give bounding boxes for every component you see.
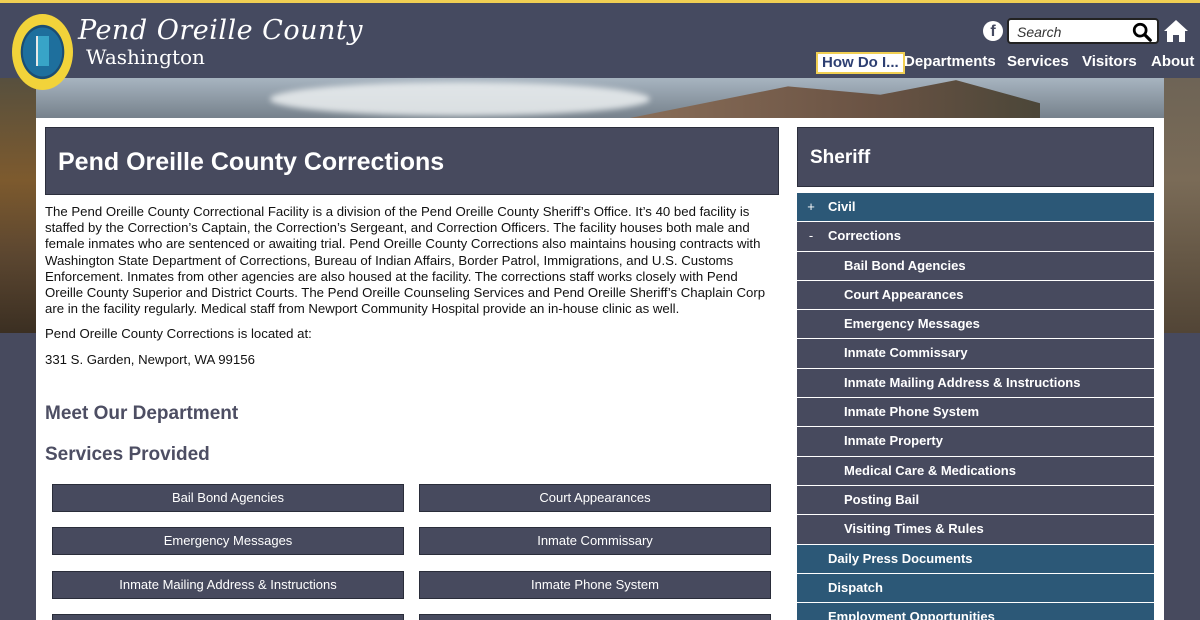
hero-rocks bbox=[1164, 78, 1200, 333]
location-label: Pend Oreille County Corrections is locat… bbox=[45, 326, 312, 342]
service-button-inmate-mailing[interactable]: Inmate Mailing Address & Instructions bbox=[52, 571, 404, 599]
sidebar-item-visiting-times[interactable]: Visiting Times & Rules bbox=[797, 515, 1154, 545]
county-seal-logo[interactable] bbox=[12, 14, 73, 90]
hero-cloud bbox=[270, 82, 650, 116]
body-text: The Pend Oreille County Correctional Fac… bbox=[45, 204, 779, 368]
sidebar-item-employment[interactable]: Employment Opportunities bbox=[797, 603, 1154, 620]
sidebar-item-dispatch[interactable]: Dispatch bbox=[797, 573, 1154, 604]
sidebar-item-medical-care[interactable]: Medical Care & Medications bbox=[797, 456, 1154, 486]
sidebar-item-label: Civil bbox=[828, 199, 856, 214]
service-button-partial[interactable] bbox=[52, 614, 404, 620]
services-heading: Services Provided bbox=[45, 444, 210, 465]
meet-heading: Meet Our Department bbox=[45, 403, 239, 424]
nav-how-do-i[interactable]: How Do I... bbox=[816, 52, 905, 74]
content-panel: Pend Oreille County Corrections The Pend… bbox=[36, 118, 1164, 620]
page-title: Pend Oreille County Corrections bbox=[58, 148, 445, 176]
nav-visitors[interactable]: Visitors bbox=[1082, 52, 1137, 74]
sidebar-menu: + Civil - Corrections Bail Bond Agencies… bbox=[797, 193, 1154, 620]
service-button-emergency-messages[interactable]: Emergency Messages bbox=[52, 527, 404, 555]
sidebar-item-inmate-phone[interactable]: Inmate Phone System bbox=[797, 398, 1154, 428]
sidebar-item-bail-bond[interactable]: Bail Bond Agencies bbox=[797, 251, 1154, 281]
brand-title[interactable]: Pend Oreille County bbox=[78, 15, 363, 46]
sidebar-item-daily-press[interactable]: Daily Press Documents bbox=[797, 544, 1154, 574]
sidebar-item-inmate-mailing[interactable]: Inmate Mailing Address & Instructions bbox=[797, 368, 1154, 399]
facebook-icon[interactable]: f bbox=[983, 21, 1003, 41]
nav-departments[interactable]: Departments bbox=[904, 52, 996, 74]
page-title-band: Pend Oreille County Corrections bbox=[45, 127, 779, 195]
sidebar-item-posting-bail[interactable]: Posting Bail bbox=[797, 485, 1154, 516]
service-button-inmate-commissary[interactable]: Inmate Commissary bbox=[419, 527, 771, 555]
hero-trees bbox=[0, 78, 36, 333]
search-input[interactable] bbox=[1017, 23, 1129, 41]
intro-paragraph: The Pend Oreille County Correctional Fac… bbox=[45, 204, 766, 317]
sidebar-title: Sheriff bbox=[810, 147, 871, 168]
service-button-inmate-phone[interactable]: Inmate Phone System bbox=[419, 571, 771, 599]
sidebar-item-corrections[interactable]: - Corrections bbox=[797, 222, 1154, 252]
main-column: Pend Oreille County Corrections The Pend… bbox=[45, 127, 779, 620]
sidebar-item-label: Corrections bbox=[828, 228, 901, 244]
home-icon[interactable] bbox=[1163, 18, 1189, 44]
nav-services[interactable]: Services bbox=[1007, 52, 1069, 74]
service-button-court-appearances[interactable]: Court Appearances bbox=[419, 484, 771, 512]
service-button-partial[interactable] bbox=[419, 614, 771, 620]
sidebar: Sheriff + Civil - Corrections Bail Bond … bbox=[797, 127, 1154, 620]
sidebar-item-emergency-messages[interactable]: Emergency Messages bbox=[797, 310, 1154, 340]
seal-emblem bbox=[36, 36, 49, 66]
service-button-bail-bond[interactable]: Bail Bond Agencies bbox=[52, 484, 404, 512]
nav-about[interactable]: About bbox=[1151, 52, 1194, 74]
sidebar-item-inmate-property[interactable]: Inmate Property bbox=[797, 427, 1154, 457]
sidebar-item-inmate-commissary[interactable]: Inmate Commissary bbox=[797, 339, 1154, 369]
expand-toggle[interactable]: + bbox=[806, 193, 816, 221]
main-nav: How Do I... Departments Services Visitor… bbox=[0, 52, 1200, 74]
hero-mountain bbox=[620, 80, 1040, 120]
sidebar-item-civil[interactable]: + Civil bbox=[797, 193, 1154, 223]
address-text: 331 S. Garden, Newport, WA 99156 bbox=[45, 351, 255, 367]
collapse-toggle[interactable]: - bbox=[806, 222, 816, 250]
sidebar-item-court-appearances[interactable]: Court Appearances bbox=[797, 280, 1154, 311]
search-icon[interactable] bbox=[1131, 21, 1153, 43]
site-header: Pend Oreille County Washington f How Do … bbox=[0, 0, 1200, 78]
search-box bbox=[1007, 18, 1159, 44]
sidebar-title-band: Sheriff bbox=[797, 127, 1154, 187]
